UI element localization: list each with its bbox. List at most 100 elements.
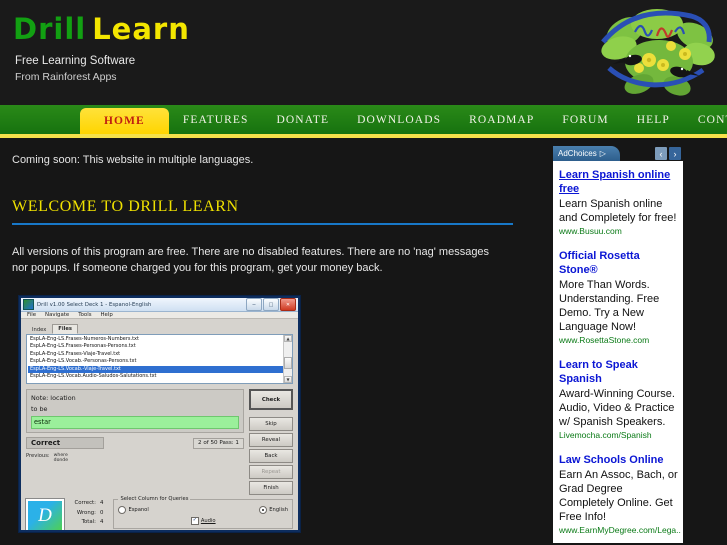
multilanguage-notice: Coming soon: This website in multiple la… [12,154,254,166]
check-button[interactable]: Check [249,389,293,410]
ad-sidebar: AdChoices ▷ ‹ › Learn Spanish online fre… [553,146,683,543]
list-item[interactable]: EspLA-Eng-LS.Vocab.Audio-Saludos-Salutat… [28,373,292,380]
nav-item-roadmap[interactable]: Roadmap [455,105,548,134]
brand-word-drill: Drill [13,12,87,46]
nav-item-help[interactable]: Help [623,105,684,134]
ad-url[interactable]: www.Busuu.com [559,226,678,236]
stat-label-correct: Correct: [74,500,97,506]
app-menu-bar: File Navigate Tools Help [21,312,298,319]
back-button[interactable]: Back [249,449,293,463]
ad-url[interactable]: www.EarnMyDegree.com/Lega.. [559,525,681,535]
status-badge: Correct [26,437,104,449]
quiz-panel: Note: location to be estar [26,389,244,433]
main-navigation: Home Features Donate Downloads Roadmap F… [0,105,727,138]
ad-url[interactable]: www.RosettaStone.com [559,335,678,345]
main-content: Coming soon: This website in multiple la… [0,138,545,533]
close-icon[interactable]: ✕ [280,298,296,311]
app-screenshot-image: Drill v1.00 Select Deck 1 - Espanol-Engl… [18,295,301,533]
nav-item-features[interactable]: Features [169,105,263,134]
rainforest-parrot-logo-icon [601,9,715,96]
repeat-button[interactable]: Repeat [249,465,293,479]
app-menu-navigate[interactable]: Navigate [45,312,69,318]
ad-body-text: Learn Spanish online and Completely for … [559,198,677,224]
app-tab-strip: Index Files [26,323,293,334]
list-item-selected[interactable]: EspLA-Eng-LS.Vocab.-Viaje-Travel.txt [28,365,292,374]
stat-label-total: Total: [81,519,96,525]
nav-item-forum[interactable]: Forum [548,105,622,134]
quiz-button-column: Check Skip Reveal Back Repeat Finish [249,389,293,495]
radio-espanol[interactable]: Espanol [118,506,149,514]
skip-button[interactable]: Skip [249,417,293,431]
adchoices-button[interactable]: AdChoices ▷ [553,146,620,161]
app-window-title: Drill v1.00 Select Deck 1 - Espanol-Engl… [37,301,152,308]
app-menu-tools[interactable]: Tools [78,312,91,318]
scroll-down-icon[interactable]: ▼ [284,376,292,383]
ad-title-link[interactable]: Law Schools Online [559,453,678,467]
radio-english-label: English [269,507,288,513]
page-body: Coming soon: This website in multiple la… [0,138,727,543]
brand-word-learn: Learn [92,12,190,46]
previous-label: Previous: [26,453,50,459]
app-window-icon [23,299,34,310]
app-window-titlebar: Drill v1.00 Select Deck 1 - Espanol-Engl… [21,298,298,312]
checkbox-audio-label: Audio [200,518,216,524]
heading-divider [12,223,513,225]
radio-english[interactable]: English [259,506,288,514]
tagline-primary: Free Learning Software [15,55,136,67]
ad-body-text: More Than Words. Understanding. Free Dem… [559,279,660,333]
ad-item: Learn Spanish online free Learn Spanish … [559,168,678,236]
ad-item: Law Schools Online Earn An Assoc, Bach, … [559,453,681,535]
page-title: Welcome to Drill Learn [12,198,239,215]
stat-value-correct: 4 [100,500,104,506]
ad-title-link[interactable]: Learn Spanish online free [559,168,678,196]
scrollbar-thumb[interactable] [284,357,292,369]
app-tab-files[interactable]: Files [52,324,78,334]
ad-next-arrow-icon[interactable]: › [669,147,681,160]
deck-file-list[interactable]: EspLA-Eng-LS.Frases-Numeros-Numbers.txt … [26,334,293,384]
finish-button[interactable]: Finish [249,481,293,495]
ad-url[interactable]: Livemocha.com/Spanish [559,430,678,440]
tagline-secondary: From Rainforest Apps [15,71,117,83]
stat-value-total: 4 [100,519,104,525]
ad-prev-arrow-icon[interactable]: ‹ [655,147,667,160]
ad-body-text: Award-Winning Course. Audio, Video & Pra… [559,388,675,428]
scroll-up-icon[interactable]: ▲ [284,335,292,342]
quiz-note: Note: location [31,394,76,402]
radio-espanol-label: Espanol [128,507,149,513]
checkbox-audio[interactable]: ✓ Audio [190,517,216,525]
stat-value-wrong: 0 [100,509,104,516]
radio-icon-selected [259,506,268,514]
ad-item: Learn to Speak Spanish Award-Winning Cou… [559,358,678,440]
score-stats: Correct: 4 Wrong: 0 Total: 4 [70,499,104,528]
intro-paragraph: All versions of this program are free. T… [12,246,490,274]
nav-item-contact-us[interactable]: Contact Us [684,105,727,134]
deck-logo-icon: D [26,499,64,530]
list-item[interactable]: EspLA-Eng-LS.Frases-Numeros-Numbers.txt [28,336,292,343]
quiz-prompt: to be [31,405,48,413]
previous-value-target: donde [53,458,69,464]
quiz-answer-input[interactable]: estar [31,416,239,429]
previous-answer-row: Previous: where donde [26,453,244,464]
select-column-group: Select Column for Queries Espanol Englis… [113,496,293,529]
list-item[interactable]: EspLA-Eng-LS.Vocab.-Personas-Persons.txt [28,358,292,365]
select-column-group-title: Select Column for Queries [118,496,191,502]
app-tab-index[interactable]: Index [26,325,52,334]
ad-title-link[interactable]: Official Rosetta Stone® [559,249,678,277]
checkbox-checked-icon: ✓ [190,517,199,525]
adchoices-triangle-icon: ▷ [599,149,606,158]
minimize-icon[interactable]: ─ [246,298,262,311]
nav-item-downloads[interactable]: Downloads [343,105,455,134]
reveal-button[interactable]: Reveal [249,433,293,447]
list-item[interactable]: EspLA-Eng-LS.Frases-Personas-Persons.txt [28,343,292,350]
site-logo-text[interactable]: Drill Learn [13,12,190,46]
list-item[interactable]: EspLA-Eng-LS.Frases-Viaje-Travel.txt [28,351,292,358]
app-menu-help[interactable]: Help [101,312,113,318]
ad-title-link[interactable]: Learn to Speak Spanish [559,358,678,386]
file-list-scrollbar[interactable]: ▲ ▼ [283,335,292,383]
quiz-counter: 2 of 50 Pass: 1 [192,437,244,449]
maximize-icon[interactable]: □ [263,298,279,311]
app-menu-file[interactable]: File [27,312,36,318]
nav-item-donate[interactable]: Donate [263,105,344,134]
radio-icon [118,506,127,514]
nav-item-home[interactable]: Home [80,108,169,134]
